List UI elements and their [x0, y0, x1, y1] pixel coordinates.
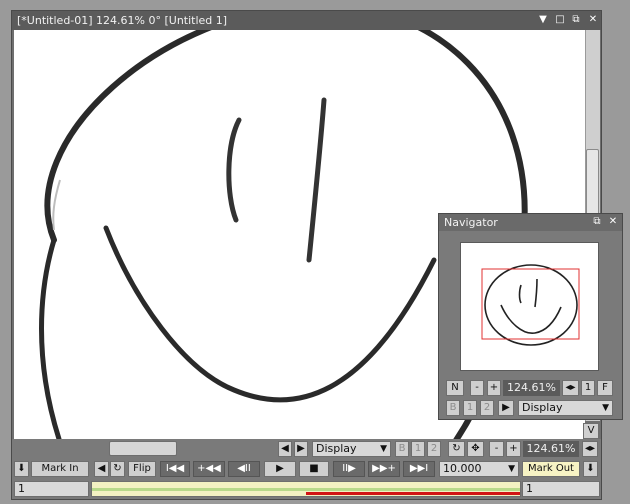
- nav-b-button[interactable]: B: [446, 400, 460, 416]
- one-button[interactable]: 1: [411, 441, 425, 457]
- left-eye: [226, 117, 242, 223]
- nav-two-button[interactable]: 2: [480, 400, 494, 416]
- end-frame-field[interactable]: 1: [522, 481, 600, 497]
- v-button[interactable]: V: [583, 423, 599, 439]
- next-key-button[interactable]: ▶▶+: [368, 461, 400, 477]
- fps-select[interactable]: 10.000 ▼: [439, 461, 519, 477]
- b-button[interactable]: B: [395, 441, 409, 457]
- zoom-readout: 124.61%: [523, 441, 579, 457]
- move-icon[interactable]: ✥: [467, 441, 484, 457]
- two-button[interactable]: 2: [427, 441, 441, 457]
- mouth: [103, 225, 437, 403]
- preview-left-eye: [518, 284, 522, 304]
- horizontal-scroll-thumb[interactable]: [109, 441, 177, 456]
- chevron-down-icon: ▼: [380, 444, 387, 454]
- timeline-marker: [306, 492, 520, 495]
- nav-zoom-in-button[interactable]: +: [487, 380, 501, 396]
- nav-n-button[interactable]: N: [446, 380, 464, 396]
- last-frame-button[interactable]: ▶▶I: [403, 461, 435, 477]
- nav-play-button[interactable]: ▶: [498, 400, 514, 416]
- nav-display-value: Display: [522, 401, 563, 414]
- chevron-down-icon: ▼: [508, 464, 515, 474]
- timeline-track[interactable]: [91, 481, 521, 497]
- preview-thumbnail: [481, 264, 580, 346]
- fps-value: 10.000: [443, 462, 482, 475]
- sketch-line: [52, 179, 61, 231]
- zoom-in-button[interactable]: +: [506, 441, 521, 457]
- display-select-value: Display: [316, 442, 357, 455]
- down-arrow-icon[interactable]: ⬇: [14, 461, 29, 477]
- step-back-button[interactable]: ◀II: [228, 461, 260, 477]
- vertical-scroll-thumb[interactable]: [586, 149, 599, 215]
- prev-arrow-button[interactable]: ◀: [278, 441, 292, 457]
- fit-icon[interactable]: ◂▸: [582, 441, 598, 457]
- rotate-icon[interactable]: ↻: [448, 441, 465, 457]
- preview-right-eye: [534, 278, 538, 308]
- face-outline-left: [39, 237, 62, 439]
- nav-zoom-readout: 124.61%: [503, 380, 560, 396]
- flip-button[interactable]: Flip: [128, 461, 156, 477]
- prev-key-button[interactable]: +◀◀: [193, 461, 225, 477]
- nav-f-button[interactable]: F: [597, 380, 613, 396]
- navigator-close-icon[interactable]: ✕: [606, 215, 620, 229]
- zoom-out-button[interactable]: -: [489, 441, 504, 457]
- nav-one-button[interactable]: 1: [581, 380, 595, 396]
- display-select[interactable]: Display ▼: [312, 441, 391, 457]
- restore-icon[interactable]: ⧉: [569, 13, 583, 27]
- navigator-preview[interactable]: [460, 242, 599, 371]
- mark-out-button[interactable]: Mark Out: [522, 461, 580, 477]
- nav-fit-icon[interactable]: ◂▸: [562, 380, 579, 396]
- step-forward-button[interactable]: II▶: [333, 461, 365, 477]
- nav-one-small-button[interactable]: 1: [463, 400, 477, 416]
- document-title[interactable]: [*Untitled-01] 124.61% 0° [Untitled 1]: [12, 11, 601, 30]
- next-arrow-button[interactable]: ▶: [294, 441, 308, 457]
- minimize-icon[interactable]: □: [553, 13, 567, 27]
- loop-icon[interactable]: ↻: [110, 461, 125, 477]
- down-arrow-right-icon[interactable]: ⬇: [583, 461, 598, 477]
- mark-in-button[interactable]: Mark In: [31, 461, 89, 477]
- timeline-range: [92, 488, 520, 491]
- chevron-down-icon: ▼: [602, 403, 609, 413]
- stop-button[interactable]: ■: [299, 461, 329, 477]
- preview-mouth: [500, 304, 562, 334]
- window-menu-icon[interactable]: ▼: [536, 13, 550, 27]
- navigator-restore-icon[interactable]: ⧉: [590, 215, 604, 229]
- close-icon[interactable]: ✕: [586, 13, 600, 27]
- nav-zoom-out-button[interactable]: -: [470, 380, 484, 396]
- right-eye: [306, 97, 327, 263]
- play-button[interactable]: ▶: [264, 461, 296, 477]
- start-frame-field[interactable]: 1: [14, 481, 89, 497]
- sound-icon[interactable]: ◀: [94, 461, 109, 477]
- nav-display-select[interactable]: Display ▼: [518, 400, 613, 416]
- first-frame-button[interactable]: I◀◀: [160, 461, 190, 477]
